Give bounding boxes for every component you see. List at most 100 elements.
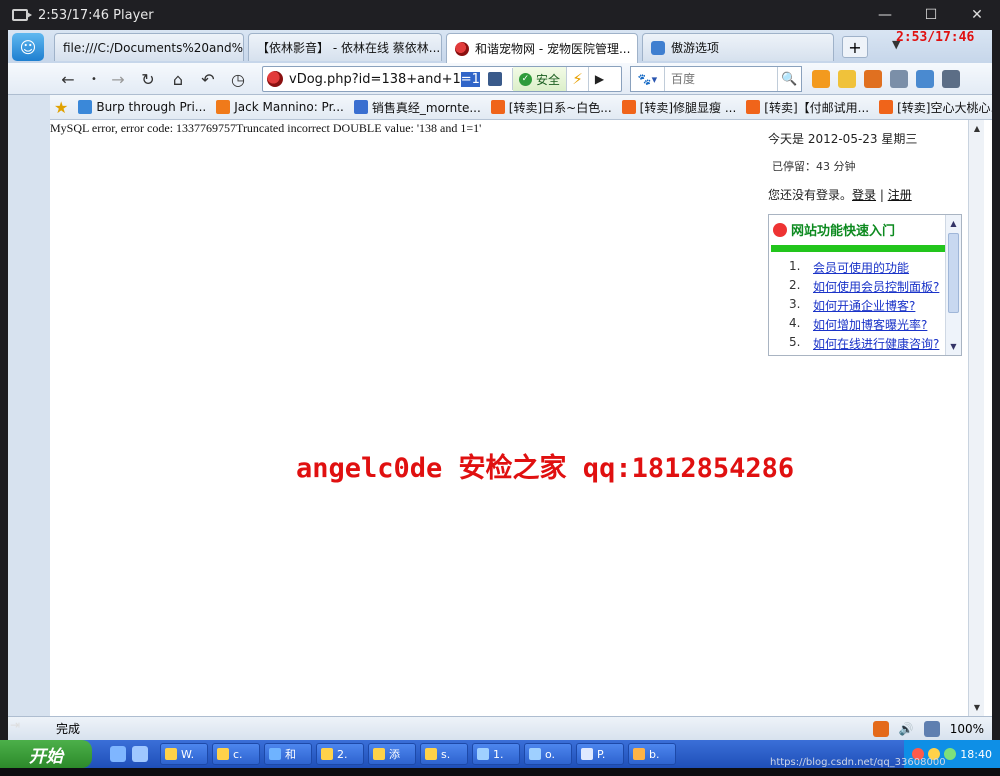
bookmark-item[interactable]: [转卖]日系~白色... (490, 99, 612, 116)
search-engine-paw-icon[interactable]: 🐾▾ (631, 67, 665, 91)
extensions-icon[interactable] (864, 70, 882, 88)
search-magnifier-icon[interactable]: 🔍 (777, 67, 801, 91)
quick-link[interactable]: 如何使用会员控制面板? (813, 278, 939, 297)
quick-link[interactable]: 如何开通企业博客? (813, 297, 915, 316)
quick-link[interactable]: 如何在线进行健康咨询? (813, 335, 939, 354)
new-tab-button[interactable]: + (842, 36, 868, 58)
tab-label: 【依林影音】 - 依林在线 蔡依林... (257, 41, 441, 55)
scroll-up-icon[interactable]: ▲ (948, 216, 959, 230)
bookmark-label: [转卖]修腿显瘦 ... (639, 100, 737, 115)
item-number: 4. (789, 316, 801, 330)
window-controls: — ☐ ✕ (862, 0, 1000, 30)
ie-icon[interactable] (110, 746, 126, 762)
taskbar-item[interactable]: c. (212, 743, 260, 765)
bookmark-item[interactable]: Burp through Pri... (78, 100, 206, 114)
taobao-icon (879, 100, 894, 114)
address-url[interactable]: vDog.php?id=138+and+1 (289, 72, 461, 87)
quick-link[interactable]: 如何增加博客曝光率? (813, 316, 927, 335)
tray-icon[interactable] (944, 748, 957, 760)
rss-icon[interactable] (812, 70, 830, 88)
reader-mode-icon[interactable] (487, 72, 502, 86)
taskbar-item[interactable]: s. (420, 743, 468, 765)
quick-start-list: 1. 会员可使用的功能 2. 如何使用会员控制面板? 3. 如何开通企业博客? 4. 如… (789, 259, 939, 354)
bookmark-label: [转卖]空心大桃心... (897, 100, 992, 115)
scroll-down-icon[interactable]: ▼ (948, 339, 959, 353)
search-input[interactable] (671, 68, 771, 90)
tab-label: file:///C:/Documents%20and%20... (63, 40, 243, 55)
page-scrollbar[interactable]: ▲ ▼ (968, 120, 984, 716)
login-link[interactable]: 登录 (852, 188, 876, 202)
address-url-selection[interactable]: =1 (460, 71, 480, 87)
go-arrow-icon[interactable]: ▶ (587, 67, 610, 91)
taskbar-item[interactable]: P. (576, 743, 624, 765)
maximize-button[interactable]: ☐ (908, 0, 954, 30)
desktop-icon[interactable] (132, 746, 148, 762)
history-clock-icon[interactable]: ◷ (226, 67, 250, 91)
address-bar[interactable]: vDog.php?id=138+and+1 =1 ✓ 安全 ⚡ ▶ (262, 66, 622, 92)
taskbar-item[interactable]: b. (628, 743, 676, 765)
maxthon-options-icon (651, 40, 665, 55)
back-arrow-icon[interactable]: ← (56, 67, 80, 91)
security-badge[interactable]: ✓ 安全 (512, 67, 566, 91)
close-button[interactable]: ✕ (954, 0, 1000, 30)
panel-scrollbar[interactable]: ▲ ▼ (945, 215, 961, 355)
history-dot-icon[interactable]: • (82, 67, 106, 91)
bookmarks-bar: ★ Burp through Pri... Jack Mannino: Pr..… (8, 95, 992, 120)
notes-icon[interactable] (838, 70, 856, 88)
volume-icon[interactable]: 🔊 (899, 722, 914, 736)
maxthon-logo-icon[interactable]: ☺ (12, 33, 44, 61)
tab-yilin[interactable]: 【依林影音】 - 依林在线 蔡依林... (248, 33, 442, 61)
tab-label: 和谐宠物网 - 宠物医院管理... (475, 42, 631, 56)
undo-close-icon[interactable]: ↶ (196, 67, 220, 91)
bookmark-item[interactable]: [转卖]【付邮试用... (746, 99, 869, 116)
tab-file[interactable]: file:///C:/Documents%20and%20... (54, 33, 244, 61)
quick-start-title-text: 网站功能快速入门 (791, 224, 896, 239)
app-icon (269, 748, 281, 760)
lightning-icon[interactable]: ⚡ (565, 67, 588, 91)
bookmark-item[interactable]: [转卖]修腿显瘦 ... (621, 99, 737, 116)
status-text: 完成 (56, 722, 81, 736)
menu-icon[interactable] (942, 70, 960, 88)
player-title-bar: 2:53/17:46 Player — ☐ ✕ (0, 0, 1000, 30)
refresh-icon[interactable]: ↻ (136, 67, 160, 91)
taskbar-item[interactable]: 添 (368, 743, 416, 765)
zoom-level[interactable]: 100% (950, 722, 984, 736)
tab-pet-hospital[interactable]: 和谐宠物网 - 宠物医院管理... ✕ (446, 33, 638, 63)
login-separator: | (876, 188, 888, 202)
bookmark-label: Burp through Pri... (96, 100, 207, 114)
toolbar-icons (812, 70, 960, 88)
bookmark-item[interactable]: Jack Mannino: Pr... (216, 100, 344, 114)
login-status: 您还没有登录。登录 | 注册 (768, 186, 912, 203)
sidebar-gutter (8, 95, 50, 740)
taskbar-item[interactable]: 和 (264, 743, 312, 765)
blogger-icon (216, 100, 231, 114)
bookmark-item[interactable]: [转卖]空心大桃心... (879, 99, 992, 116)
app-icon (165, 748, 177, 760)
bookmark-item[interactable]: 销售真经_mornte... (353, 99, 481, 116)
taskbar-items: W. c. 和 2. 添 s. 1. o. P. b. (160, 743, 676, 765)
download-icon[interactable] (872, 720, 889, 737)
register-link[interactable]: 注册 (888, 188, 912, 202)
taskbar-item[interactable]: 1. (472, 743, 520, 765)
forward-arrow-icon[interactable]: → (106, 67, 130, 91)
quick-link[interactable]: 会员可使用的功能 (813, 259, 909, 278)
screenshot-icon[interactable] (890, 70, 908, 88)
home-icon[interactable]: ⌂ (166, 67, 190, 91)
taskbar-item[interactable]: o. (524, 743, 572, 765)
minimize-button[interactable]: — (862, 0, 908, 30)
taskbar-item[interactable]: 2. (316, 743, 364, 765)
close-tab-icon[interactable]: ✕ (630, 41, 637, 56)
scroll-up-icon[interactable]: ▲ (971, 121, 983, 135)
scroll-thumb[interactable] (948, 233, 959, 313)
taskbar-item[interactable]: W. (160, 743, 208, 765)
tab-maxthon-options[interactable]: 傲游选项 (642, 33, 834, 61)
mysql-error-message: MySQL error, error code: 1337769757Trunc… (50, 121, 482, 135)
favorites-star-icon[interactable]: ★ (54, 98, 68, 117)
zoom-icon[interactable] (923, 720, 940, 737)
shield-icon[interactable] (916, 70, 934, 88)
clock[interactable]: 18:40 (960, 748, 992, 761)
side-panel-toggle-icon[interactable]: ⇥ (10, 718, 20, 732)
scroll-down-icon[interactable]: ▼ (971, 700, 983, 714)
item-number: 3. (789, 297, 801, 311)
start-button[interactable]: 开始 (0, 740, 92, 768)
